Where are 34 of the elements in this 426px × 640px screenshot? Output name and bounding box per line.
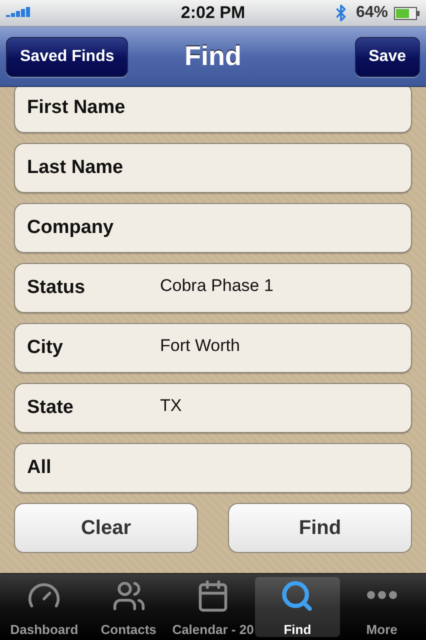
search-icon <box>280 579 314 613</box>
field-value: Fort Worth <box>160 336 240 356</box>
tab-item[interactable]: Contacts <box>86 577 171 637</box>
battery-icon <box>394 6 420 20</box>
field-label: First Name <box>27 97 126 119</box>
field-value: Cobra Phase 1 <box>160 276 274 296</box>
find-button[interactable]: Find <box>228 503 412 553</box>
field-label: Last Name <box>27 157 124 179</box>
field-label: City <box>27 337 64 359</box>
nav-title: Find <box>184 41 242 72</box>
clear-button[interactable]: Clear <box>14 503 198 553</box>
tab-item[interactable]: Calendar - 20 <box>170 577 256 637</box>
tab-item[interactable]: More <box>340 577 424 637</box>
field-label: Status <box>27 277 86 299</box>
signal-icon <box>6 7 30 19</box>
people-icon <box>112 579 146 613</box>
field-label: Company <box>27 217 115 239</box>
save-button[interactable]: Save <box>354 36 420 76</box>
saved-finds-button[interactable]: Saved Finds <box>6 36 128 76</box>
form-field[interactable]: First Name <box>14 87 412 133</box>
tab-item[interactable]: Find <box>255 577 340 637</box>
more-icon <box>366 591 397 599</box>
form-field[interactable]: Last Name <box>14 143 412 193</box>
form-field[interactable]: Company <box>14 203 412 253</box>
field-label: All <box>27 457 52 479</box>
form-field[interactable]: All <box>14 443 412 493</box>
field-label: State <box>27 397 74 419</box>
form-field[interactable]: City Fort Worth <box>14 323 412 373</box>
form-field[interactable]: Status Cobra Phase 1 <box>14 263 412 313</box>
field-value: TX <box>160 396 182 416</box>
battery-percent: 64% <box>356 4 388 22</box>
form-field[interactable]: State TX <box>14 383 412 433</box>
tab-item[interactable]: Dashboard <box>2 577 86 637</box>
status-time: 2:02 PM <box>180 3 246 23</box>
